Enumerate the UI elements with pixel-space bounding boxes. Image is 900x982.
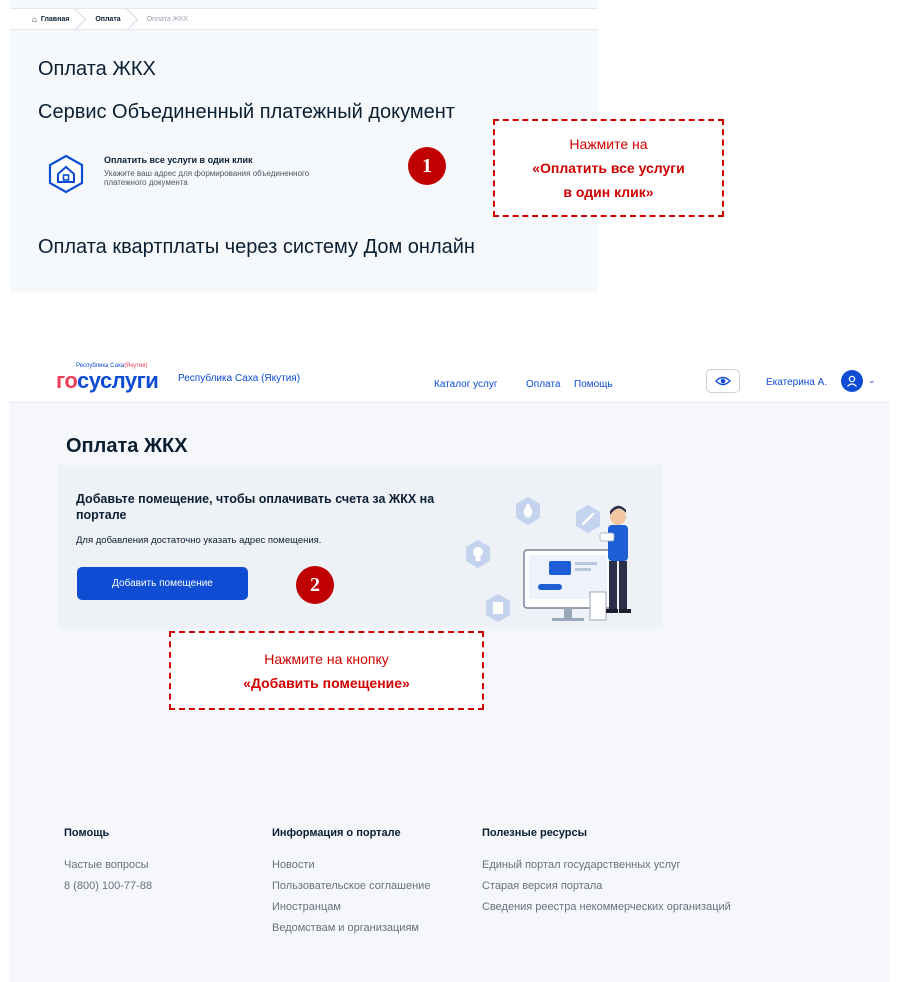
nav-pay-link[interactable]: Оплата (526, 379, 560, 390)
breadcrumb-payment-label: Оплата (95, 15, 121, 23)
footer-heading: Помощь (64, 827, 110, 839)
logo-wordmark-red: го (56, 368, 78, 393)
footer-link-foreigners[interactable]: Иностранцам (272, 901, 430, 913)
footer-link-portal[interactable]: Единый портал государственных услуг (482, 859, 731, 871)
pay-all-services-link[interactable]: Оплатить все услуги в один клик Укажите … (46, 150, 386, 198)
eye-icon (715, 376, 731, 386)
lightbulb-icon (466, 540, 490, 568)
nav-catalog-link[interactable]: Каталог услуг (434, 379, 498, 390)
gosuslugi-logo[interactable]: Республика Саха(Якутия) госуслуги (56, 363, 180, 393)
callout2-line1: Нажмите на кнопку (264, 650, 389, 667)
add-premises-card: Добавьте помещение, чтобы оплачивать сче… (58, 465, 663, 628)
footer-link-agencies[interactable]: Ведомствам и организациям (272, 922, 430, 934)
avatar[interactable] (841, 370, 863, 392)
region-selector[interactable]: Республика Саха (Якутия) (178, 373, 300, 384)
footer-link-faq[interactable]: Частые вопросы (64, 859, 152, 871)
card-description: Для добавления достаточно указать адрес … (76, 535, 322, 546)
logo-wordmark-blue: суслуги (77, 368, 159, 393)
footer-info-column: Информация о портале Новости Пользовател… (272, 827, 430, 943)
step-badge-1: 1 (408, 147, 446, 185)
instruction-callout-2: Нажмите на кнопку «Добавить помещение» (169, 631, 484, 710)
footer-link-nko-registry[interactable]: Сведения реестра некоммерческих организа… (482, 901, 731, 913)
pay-all-services-label: Оплатить все услуги в один клик (104, 155, 253, 165)
logo-wordmark: госуслуги (56, 368, 159, 394)
breadcrumb-home-label: Главная (40, 15, 70, 23)
footer-link-news[interactable]: Новости (272, 859, 430, 871)
wrench-icon (576, 505, 600, 533)
payment-illustration (466, 497, 631, 622)
page-title: Оплата ЖКХ (38, 58, 156, 80)
top-navigation: Республика Саха(Якутия) госуслуги Респуб… (10, 355, 890, 403)
callout1-line3: в один клик» (563, 184, 654, 200)
footer-heading: Полезные ресурсы (482, 827, 588, 839)
instruction-callout-1: Нажмите на «Оплатить все услуги в один к… (493, 119, 724, 217)
breadcrumb-current: Оплата ЖКХ (135, 9, 202, 29)
dom-online-title: Оплата квартплаты через систему Дом онла… (38, 236, 475, 258)
chevron-down-icon[interactable]: ⌄ (868, 375, 876, 386)
service-title: Сервис Объединенный платежный документ (38, 101, 455, 123)
callout1-line2: «Оплатить все услуги (532, 160, 685, 176)
house-icon (48, 154, 84, 194)
housing-page-title: Оплата ЖКХ (66, 435, 188, 457)
pay-all-services-subtitle: Укажите ваш адрес для формирования объед… (104, 169, 310, 187)
trash-icon (486, 594, 510, 622)
footer-phone[interactable]: 8 (800) 100-77-88 (64, 880, 152, 892)
callout1-line1: Нажмите на (569, 136, 648, 152)
card-title: Добавьте помещение, чтобы оплачивать сче… (76, 492, 435, 522)
footer-heading: Информация о портале (272, 827, 401, 839)
water-drop-icon (516, 497, 540, 525)
breadcrumb-payment[interactable]: Оплата (83, 9, 134, 29)
breadcrumb-current-label: Оплата ЖКХ (146, 15, 188, 23)
home-icon: ⌂ (32, 14, 37, 24)
footer-help-column: Помощь Частые вопросы 8 (800) 100-77-88 (64, 827, 152, 901)
breadcrumb: ⌂ Главная Оплата Оплата ЖКХ (10, 8, 598, 30)
user-icon (847, 375, 857, 387)
user-name[interactable]: Екатерина А. (766, 377, 827, 388)
main-content: Оплата ЖКХ Добавьте помещение, чтобы опл… (10, 403, 890, 781)
breadcrumb-home[interactable]: ⌂ Главная (10, 9, 83, 29)
callout2-line2: «Добавить помещение» (243, 674, 410, 691)
footer-resources-column: Полезные ресурсы Единый портал государст… (482, 827, 731, 922)
footer-link-agreement[interactable]: Пользовательское соглашение (272, 880, 430, 892)
footer: Помощь Частые вопросы 8 (800) 100-77-88 … (10, 781, 890, 982)
footer-link-old-version[interactable]: Старая версия портала (482, 880, 731, 892)
accessibility-button[interactable] (706, 369, 740, 393)
nav-help-link[interactable]: Помощь (574, 379, 613, 390)
step-badge-2: 2 (296, 566, 334, 604)
add-premises-button[interactable]: Добавить помещение (77, 567, 248, 600)
